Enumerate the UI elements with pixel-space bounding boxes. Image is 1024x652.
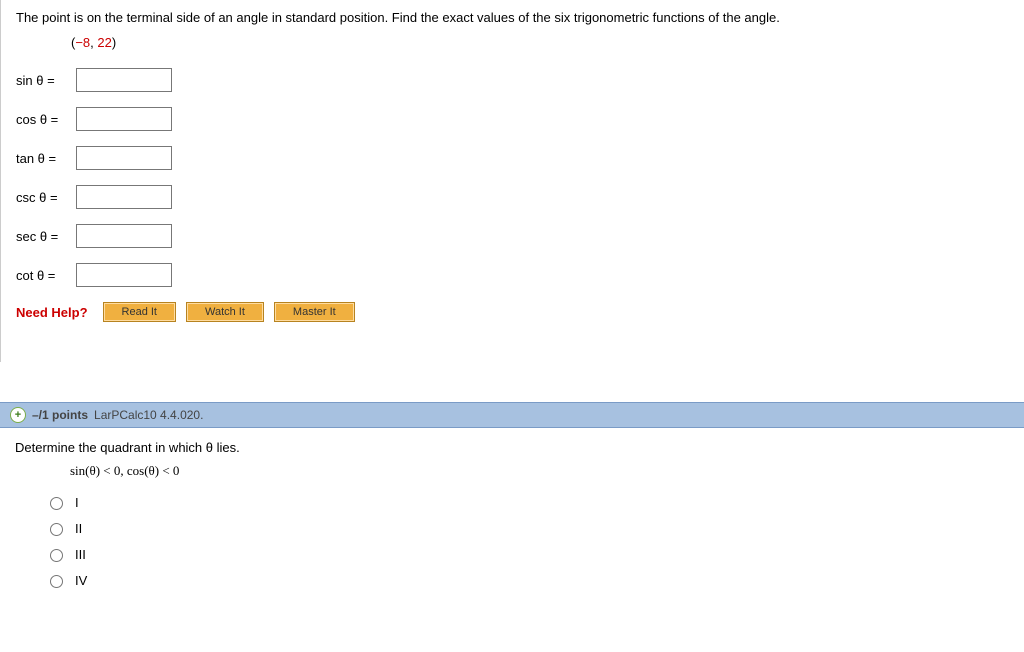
need-help: Need Help? Read It Watch It Master It [16, 302, 1009, 322]
radio-II[interactable] [50, 523, 63, 536]
option-I-label: I [75, 495, 79, 510]
option-II[interactable]: II [45, 520, 1009, 536]
radio-IV[interactable] [50, 575, 63, 588]
spacer [0, 362, 1024, 402]
option-II-label: II [75, 521, 82, 536]
input-tan[interactable] [76, 146, 172, 170]
point-x: −8 [75, 35, 90, 50]
option-I[interactable]: I [45, 494, 1009, 510]
label-csc: csc θ = [16, 190, 76, 205]
q1-point: (−8, 22) [71, 35, 1009, 50]
q2-condition: sin(θ) < 0, cos(θ) < 0 [70, 463, 1009, 479]
option-IV-label: IV [75, 573, 87, 588]
question-1: The point is on the terminal side of an … [0, 0, 1024, 362]
row-sin: sin θ = [16, 68, 1009, 92]
option-III[interactable]: III [45, 546, 1009, 562]
watch-it-button[interactable]: Watch It [186, 302, 264, 322]
q2-options: I II III IV [45, 494, 1009, 588]
read-it-button[interactable]: Read It [103, 302, 176, 322]
option-IV[interactable]: IV [45, 572, 1009, 588]
need-help-label: Need Help? [16, 305, 88, 320]
radio-I[interactable] [50, 497, 63, 510]
label-cos: cos θ = [16, 112, 76, 127]
row-sec: sec θ = [16, 224, 1009, 248]
row-cos: cos θ = [16, 107, 1009, 131]
q1-prompt: The point is on the terminal side of an … [16, 10, 1009, 25]
label-tan: tan θ = [16, 151, 76, 166]
row-tan: tan θ = [16, 146, 1009, 170]
input-cot[interactable] [76, 263, 172, 287]
q2-points: –/1 points [32, 408, 88, 422]
input-cos[interactable] [76, 107, 172, 131]
q2-prompt: Determine the quadrant in which θ lies. [15, 440, 1009, 455]
expand-icon[interactable]: + [10, 407, 26, 423]
label-sin: sin θ = [16, 73, 76, 88]
question-2-header: + –/1 points LarPCalc10 4.4.020. [0, 402, 1024, 428]
label-cot: cot θ = [16, 268, 76, 283]
point-y: 22 [97, 35, 111, 50]
input-csc[interactable] [76, 185, 172, 209]
q2-ref: LarPCalc10 4.4.020. [94, 408, 203, 422]
input-sec[interactable] [76, 224, 172, 248]
label-sec: sec θ = [16, 229, 76, 244]
row-csc: csc θ = [16, 185, 1009, 209]
option-III-label: III [75, 547, 86, 562]
question-2-body: Determine the quadrant in which θ lies. … [0, 428, 1024, 608]
master-it-button[interactable]: Master It [274, 302, 355, 322]
input-sin[interactable] [76, 68, 172, 92]
paren-close: ) [112, 35, 116, 50]
radio-III[interactable] [50, 549, 63, 562]
row-cot: cot θ = [16, 263, 1009, 287]
